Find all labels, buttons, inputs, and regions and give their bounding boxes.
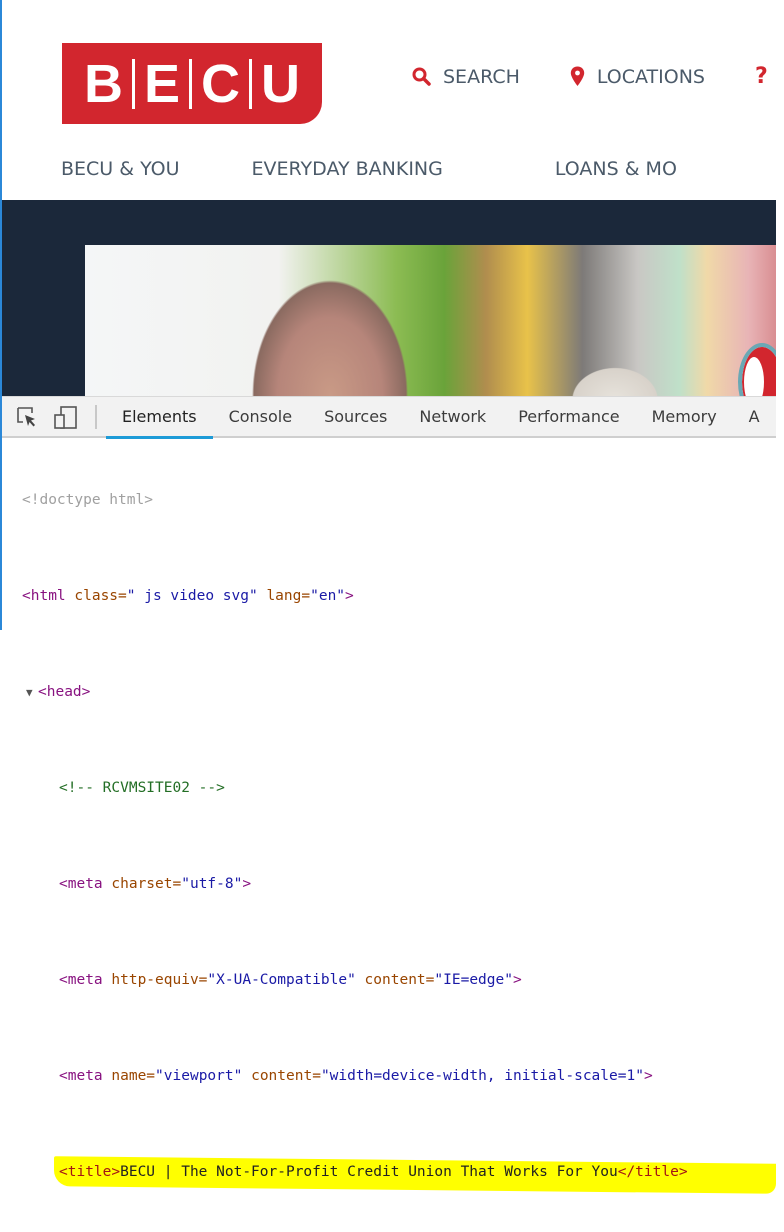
- devtools-tabs: Elements Console Sources Network Perform…: [106, 397, 776, 439]
- attr-value: " js video svg": [126, 588, 258, 604]
- devtools-toolbar: Elements Console Sources Network Perform…: [2, 396, 776, 439]
- dom-node-title[interactable]: <title>BECU | The Not-For-Profit Credit …: [2, 1156, 776, 1194]
- attr-value: "X-UA-Compatible": [207, 972, 356, 988]
- tag-open: <meta: [59, 876, 103, 892]
- screen-edge: [776, 0, 784, 648]
- attr-name: http-equiv=: [102, 972, 208, 988]
- dom-node-head[interactable]: ▼ <head>: [2, 680, 776, 704]
- doctype-text: <!doctype html>: [22, 492, 153, 508]
- toolbar-divider: [95, 405, 97, 429]
- attr-value: "IE=edge": [434, 972, 513, 988]
- tag-open: <head>: [38, 684, 91, 700]
- select-element-icon[interactable]: [16, 406, 38, 432]
- devtools-panel: Elements Console Sources Network Perform…: [2, 396, 776, 1194]
- hero-badge-graphic: [738, 343, 776, 396]
- dom-node-html[interactable]: <html class=" js video svg" lang="en">: [2, 584, 776, 608]
- tab-elements[interactable]: Elements: [106, 397, 213, 439]
- dom-node-meta-http-equiv[interactable]: <meta http-equiv="X-UA-Compatible" conte…: [2, 968, 776, 992]
- search-icon: [412, 67, 431, 86]
- search-label: SEARCH: [443, 65, 520, 88]
- webpage-viewport: B E C U SEARCH LOCATIONS ? BECU & YOU EV…: [2, 0, 776, 396]
- locations-label: LOCATIONS: [596, 65, 705, 88]
- dom-node-doctype[interactable]: <!doctype html>: [2, 488, 776, 512]
- utility-nav: SEARCH LOCATIONS ?: [412, 64, 776, 89]
- tag-close: </title>: [617, 1164, 688, 1180]
- tag-open: <meta: [59, 1068, 103, 1084]
- logo-letter: C: [201, 53, 241, 114]
- attr-name: content=: [355, 972, 435, 988]
- tab-overflow[interactable]: A: [733, 397, 776, 437]
- dom-node-comment[interactable]: <!-- RCVMSITE02 -->: [2, 776, 776, 800]
- attr-name: charset=: [102, 876, 182, 892]
- logo-letter: U: [261, 53, 301, 114]
- nav-loans-and-mortgages[interactable]: LOANS & MO: [555, 158, 677, 180]
- tab-console[interactable]: Console: [213, 397, 309, 437]
- logo-letter: E: [143, 53, 181, 114]
- attr-name: name=: [102, 1068, 156, 1084]
- locations-link[interactable]: LOCATIONS: [570, 66, 705, 88]
- device-emulation-icon[interactable]: [54, 406, 78, 434]
- tab-sources[interactable]: Sources: [308, 397, 403, 437]
- tag-close: >: [242, 876, 252, 892]
- dom-node-meta-viewport[interactable]: <meta name="viewport" content="width=dev…: [2, 1064, 776, 1088]
- attr-name: class=: [65, 588, 127, 604]
- help-icon: ?: [754, 64, 768, 89]
- main-nav: BECU & YOU EVERYDAY BANKING LOANS & MO: [61, 158, 677, 180]
- tab-performance[interactable]: Performance: [502, 397, 635, 437]
- title-text: BECU | The Not-For-Profit Credit Union T…: [120, 1164, 618, 1180]
- attr-value: "width=device-width, initial-scale=1": [320, 1068, 644, 1084]
- tag-close: >: [345, 588, 354, 604]
- logo-letter: B: [83, 53, 123, 114]
- hero-image: [85, 245, 776, 396]
- nav-becu-and-you[interactable]: BECU & YOU: [61, 158, 180, 180]
- expand-collapse-icon[interactable]: ▼: [26, 681, 38, 705]
- dom-tree: <!doctype html> <html class=" js video s…: [2, 440, 776, 1232]
- help-link[interactable]: ?: [755, 64, 768, 89]
- tag-close: >: [643, 1068, 653, 1084]
- tag-open: <html: [22, 588, 66, 604]
- search-link[interactable]: SEARCH: [412, 66, 520, 88]
- attr-name: content=: [242, 1068, 321, 1084]
- tab-network[interactable]: Network: [403, 397, 502, 437]
- attr-value: "en": [310, 588, 346, 604]
- logo-wordmark: B E C U: [75, 53, 309, 115]
- becu-logo[interactable]: B E C U: [62, 43, 322, 124]
- dom-node-meta-charset[interactable]: <meta charset="utf-8">: [2, 872, 776, 896]
- location-pin-icon: [570, 66, 585, 86]
- attr-value: "utf-8": [181, 876, 243, 892]
- tag-open: <title>: [59, 1164, 121, 1180]
- tag-open: <meta: [59, 972, 103, 988]
- nav-everyday-banking[interactable]: EVERYDAY BANKING: [252, 158, 443, 180]
- comment-text: <!-- RCVMSITE02 -->: [59, 780, 225, 796]
- attr-name: lang=: [257, 588, 311, 604]
- attr-value: "viewport": [155, 1068, 243, 1084]
- tab-memory[interactable]: Memory: [636, 397, 733, 437]
- tag-close: >: [512, 972, 522, 988]
